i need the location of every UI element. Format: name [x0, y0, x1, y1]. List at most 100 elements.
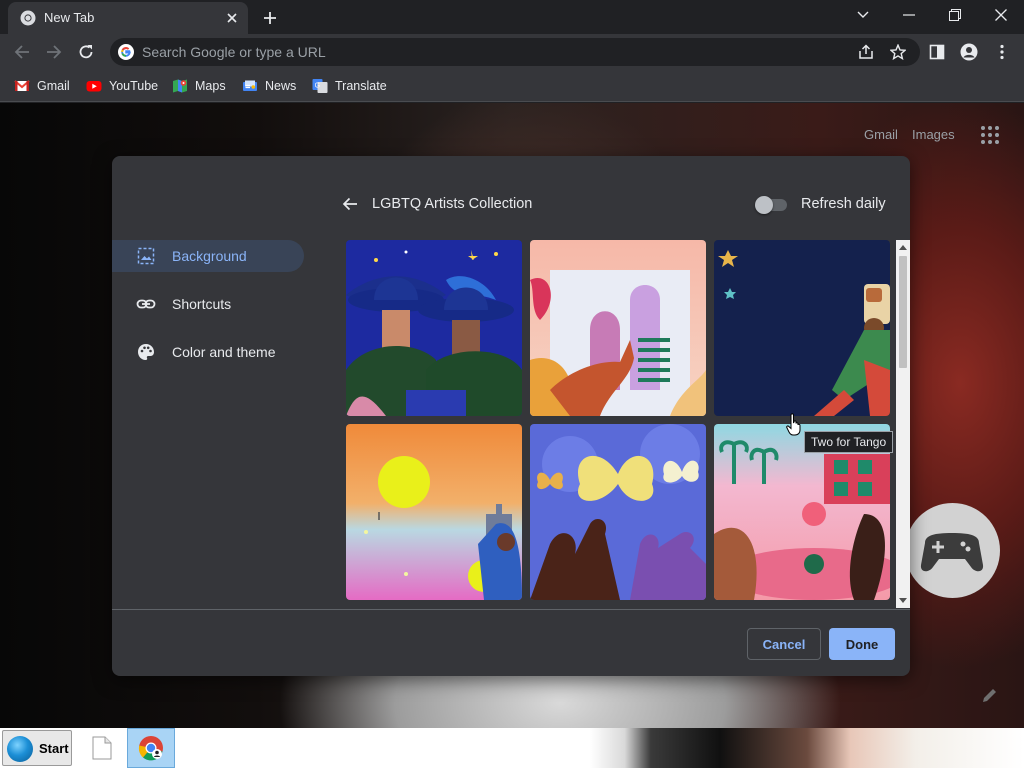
forward-button[interactable] — [40, 38, 68, 66]
more-vert-icon — [1000, 44, 1004, 60]
close-window-button[interactable] — [978, 0, 1024, 30]
dancer-artwork — [714, 240, 890, 416]
restore-button[interactable] — [932, 0, 978, 30]
bookmark-label: Translate — [335, 79, 387, 93]
close-tab-icon[interactable] — [222, 8, 242, 28]
omnibox-input[interactable] — [142, 42, 822, 62]
gmail-icon — [14, 80, 30, 91]
images-link[interactable]: Images — [912, 127, 955, 142]
bookmark-maps[interactable]: Maps — [172, 76, 226, 96]
link-icon — [136, 299, 156, 309]
gmail-link[interactable]: Gmail — [864, 127, 898, 142]
tab-search-button[interactable] — [840, 0, 886, 30]
start-orb-icon — [7, 736, 33, 762]
scrollbar-thumb[interactable] — [899, 256, 907, 368]
back-button[interactable] — [8, 38, 36, 66]
close-icon — [995, 9, 1007, 21]
chrome-icon — [20, 10, 36, 26]
account-icon — [960, 43, 978, 61]
tab-new-tab[interactable]: New Tab — [8, 2, 248, 34]
tab-title: New Tab — [44, 10, 95, 25]
chrome-icon — [138, 736, 163, 761]
restore-icon — [949, 9, 961, 21]
background-image-grid — [346, 240, 910, 608]
reload-icon — [79, 45, 93, 59]
side-panel-button[interactable] — [923, 38, 951, 66]
reload-button[interactable] — [72, 38, 100, 66]
sunset-artwork — [346, 424, 522, 600]
tooltip: Two for Tango — [804, 431, 894, 453]
background-tile-2[interactable] — [530, 240, 706, 416]
background-tile-3[interactable] — [714, 240, 890, 416]
gamepad-icon — [920, 533, 984, 572]
toolbar — [0, 34, 1024, 70]
done-button[interactable]: Done — [829, 628, 895, 660]
bookmark-gmail[interactable]: Gmail — [14, 76, 70, 96]
bookmarks-bar: Gmail YouTube Maps News G Translate — [0, 70, 1024, 102]
background-tile-5[interactable] — [530, 424, 706, 600]
sidebar-item-label: Shortcuts — [172, 296, 232, 312]
sidebar-item-background[interactable]: Background — [112, 240, 304, 272]
bookmark-label: YouTube — [109, 79, 159, 93]
maps-icon — [173, 79, 187, 93]
plus-icon — [264, 12, 276, 24]
scroll-up-icon[interactable] — [899, 244, 907, 252]
sidebar-item-shortcuts[interactable]: Shortcuts — [112, 288, 304, 320]
butterflies-artwork — [530, 424, 706, 600]
taskbar-item-file[interactable] — [78, 728, 126, 768]
share-icon[interactable] — [856, 42, 876, 62]
minimize-button[interactable] — [886, 0, 932, 30]
start-label: Start — [39, 741, 69, 756]
taskbar-item-chrome[interactable] — [127, 728, 175, 768]
image-icon — [137, 247, 155, 265]
background-tile-4[interactable] — [346, 424, 522, 600]
arrow-right-icon — [47, 45, 62, 59]
cowboys-artwork — [346, 240, 522, 416]
grid-scrollbar[interactable] — [896, 240, 910, 608]
bookmark-star-icon[interactable] — [888, 42, 908, 62]
google-icon — [118, 44, 134, 60]
hand-cursor-icon — [786, 413, 801, 436]
taskbar: Start — [0, 728, 1024, 768]
background-tile-1[interactable] — [346, 240, 522, 416]
edit-pencil-icon[interactable] — [980, 685, 1000, 705]
coyote-artwork — [530, 240, 706, 416]
bookmark-news[interactable]: News — [242, 76, 296, 96]
news-icon — [243, 80, 257, 91]
svg-text:G: G — [315, 83, 320, 90]
chevron-down-icon — [857, 11, 869, 18]
start-button[interactable]: Start — [2, 730, 72, 766]
refresh-daily-label: Refresh daily — [801, 196, 886, 212]
arrow-left-icon — [14, 45, 29, 59]
bookmark-translate[interactable]: G Translate — [312, 76, 387, 96]
minimize-icon — [903, 14, 915, 16]
sidebar-item-label: Color and theme — [172, 344, 276, 360]
google-apps-icon[interactable] — [980, 125, 1000, 145]
file-icon — [92, 736, 112, 760]
background-photo-detail — [905, 503, 1000, 598]
refresh-daily-toggle[interactable] — [755, 196, 787, 214]
bookmark-label: Gmail — [37, 79, 70, 93]
bookmark-label: News — [265, 79, 297, 93]
arrow-back-icon — [342, 197, 357, 211]
menu-button[interactable] — [988, 38, 1016, 66]
omnibox[interactable] — [110, 38, 920, 66]
translate-icon: G — [312, 79, 328, 93]
new-tab-button[interactable] — [258, 6, 282, 30]
sidebar-item-label: Background — [172, 248, 247, 264]
sidebar-item-color-and-theme[interactable]: Color and theme — [112, 336, 304, 368]
desktop-photo-strip — [590, 728, 1024, 768]
scroll-down-icon[interactable] — [899, 596, 907, 604]
side-panel-icon — [929, 44, 945, 60]
bookmark-label: Maps — [195, 79, 226, 93]
bookmark-youtube[interactable]: YouTube — [86, 76, 158, 96]
dialog-divider — [112, 609, 910, 610]
toggle-knob — [755, 196, 773, 214]
back-to-collections-button[interactable] — [338, 192, 362, 216]
palette-icon — [138, 344, 154, 360]
title-bar: New Tab — [0, 0, 1024, 34]
profile-button[interactable] — [955, 38, 983, 66]
youtube-icon — [86, 81, 102, 92]
cancel-button[interactable]: Cancel — [747, 628, 821, 660]
collection-title: LGBTQ Artists Collection — [372, 196, 533, 212]
